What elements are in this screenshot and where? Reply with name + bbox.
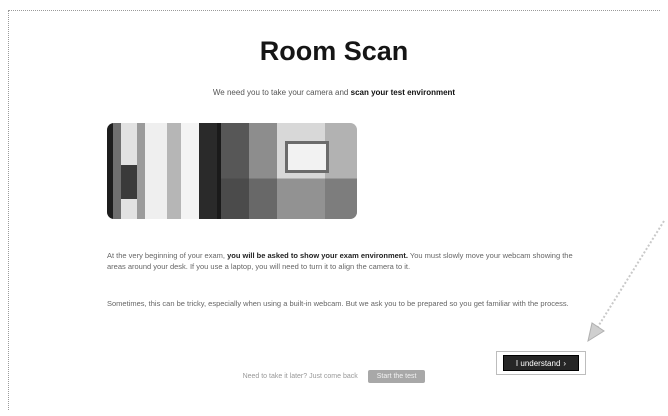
room-photo-room (221, 123, 357, 219)
understand-button-label: I understand (515, 358, 561, 368)
page-title: Room Scan (259, 36, 409, 66)
instructions-paragraph-2: Sometimes, this can be tricky, especiall… (107, 299, 569, 308)
instructions-paragraph-1: At the very beginning of your exam, you … (107, 250, 577, 272)
start-test-button[interactable]: Start the test (367, 370, 426, 383)
footer: Need to take it later? Just come back St… (0, 370, 668, 383)
room-photos (107, 123, 357, 219)
understand-button[interactable]: I understand › (503, 355, 579, 371)
pointer-arrow-icon (587, 220, 665, 343)
p1-start: At the very beginning of your exam, (107, 251, 225, 260)
chevron-right-icon: › (563, 358, 567, 368)
intro-text: We need you to take your camera and scan… (0, 88, 668, 97)
footer-text: Need to take it later? Just come back (242, 373, 358, 380)
intro-plain: We need you to take your camera and (212, 88, 349, 97)
intro-emphasis: scan your test environment (350, 88, 456, 97)
p1-bold: you will be asked to show your exam envi… (227, 251, 408, 260)
room-photo-hallway (107, 123, 217, 219)
